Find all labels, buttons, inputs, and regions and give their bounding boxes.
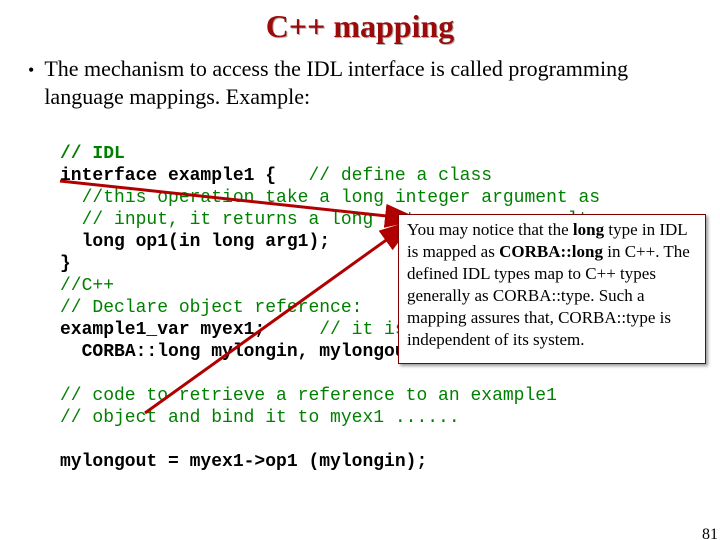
- slide-title: C++ mapping: [0, 8, 720, 45]
- callout-box: You may notice that the long type in IDL…: [398, 214, 706, 364]
- code-line: // IDL: [60, 144, 125, 164]
- code-line: //this operation take a long integer arg…: [82, 188, 600, 208]
- slide: C++ mapping • The mechanism to access th…: [0, 8, 720, 540]
- code-line: interface example1 {: [60, 166, 276, 186]
- bullet-item: • The mechanism to access the IDL interf…: [0, 45, 720, 111]
- callout-text: CORBA::long: [499, 242, 603, 261]
- callout-text: long: [573, 220, 604, 239]
- code-line: mylongout = myex1->op1 (mylongin);: [60, 452, 427, 472]
- code-line: CORBA::long mylongin, mylongout;: [82, 342, 428, 362]
- bullet-marker: •: [28, 55, 34, 85]
- code-line: example1_var myex1;: [60, 320, 265, 340]
- code-line: //C++: [60, 276, 114, 296]
- page-number: 81: [702, 526, 718, 540]
- code-line: // define a class: [276, 166, 492, 186]
- callout-text: You may notice that the: [407, 220, 573, 239]
- bullet-text: The mechanism to access the IDL interfac…: [44, 55, 692, 111]
- code-line: // Declare object reference:: [60, 298, 362, 318]
- code-line: // object and bind it to myex1 ......: [60, 408, 460, 428]
- code-line: }: [60, 254, 71, 274]
- code-line: long op1(in long arg1);: [82, 232, 330, 252]
- code-line: // code to retrieve a reference to an ex…: [60, 386, 557, 406]
